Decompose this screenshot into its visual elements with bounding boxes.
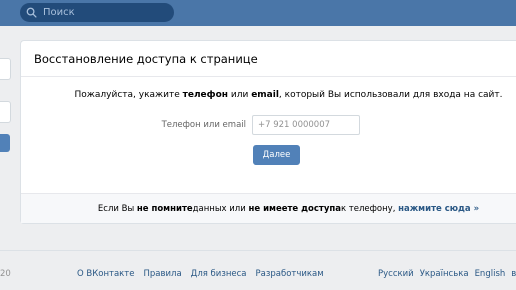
page-footer: 20 О ВКонтакте Правила Для бизнеса Разра… <box>0 250 516 290</box>
language-link-ukrainian[interactable]: Українська <box>420 269 469 279</box>
card-body: Пожалуйста, укажите телефон или email, к… <box>21 77 516 193</box>
footer-text: Если Вы <box>97 203 135 214</box>
card-footer: Если Вы не помните данных или не имеете … <box>21 193 516 223</box>
login-input[interactable] <box>252 115 360 135</box>
instruction-text: Пожалуйста, укажите телефон или email, к… <box>21 90 516 100</box>
language-link-all[interactable]: вс <box>511 269 516 279</box>
restore-access-card: Восстановление доступа к странице Пожалу… <box>20 40 516 224</box>
language-link-english[interactable]: English <box>475 269 506 279</box>
instruction-bold-phone: телефон <box>182 90 228 100</box>
search-box[interactable] <box>20 3 174 22</box>
footer-links: О ВКонтакте Правила Для бизнеса Разработ… <box>77 269 324 279</box>
footer-link-business[interactable]: Для бизнеса <box>191 269 247 279</box>
card-header: Восстановление доступа к странице <box>21 41 516 77</box>
page-title: Восстановление доступа к странице <box>34 51 258 66</box>
search-icon <box>26 7 37 18</box>
top-bar <box>0 0 516 26</box>
footer-bold: не помните <box>136 203 193 214</box>
footer-link-rules[interactable]: Правила <box>144 269 182 279</box>
footer-bold: не имеете доступа <box>248 203 341 214</box>
footer-text: данных или <box>192 203 246 214</box>
search-input[interactable] <box>43 7 163 18</box>
instruction-part: Пожалуйста, укажите <box>74 90 183 100</box>
click-here-link[interactable]: нажмите сюда » <box>398 204 479 214</box>
footer-link-developers[interactable]: Разработчикам <box>256 269 324 279</box>
language-link-russian[interactable]: Русский <box>378 269 414 279</box>
instruction-part: или <box>228 90 252 100</box>
language-links: Русский Українська English вс <box>378 269 516 279</box>
left-input-1[interactable] <box>0 58 11 80</box>
footer-link-about[interactable]: О ВКонтакте <box>77 269 135 279</box>
copyright: 20 <box>0 269 11 279</box>
footer-text: к телефону, <box>340 203 396 214</box>
left-input-2[interactable] <box>0 101 11 123</box>
login-field-label: Телефон или email <box>161 120 246 130</box>
next-button[interactable]: Далее <box>253 145 300 165</box>
instruction-bold-email: email <box>251 90 279 100</box>
left-button[interactable] <box>0 134 10 152</box>
instruction-part: , который Вы использовали для входа на с… <box>278 90 503 100</box>
